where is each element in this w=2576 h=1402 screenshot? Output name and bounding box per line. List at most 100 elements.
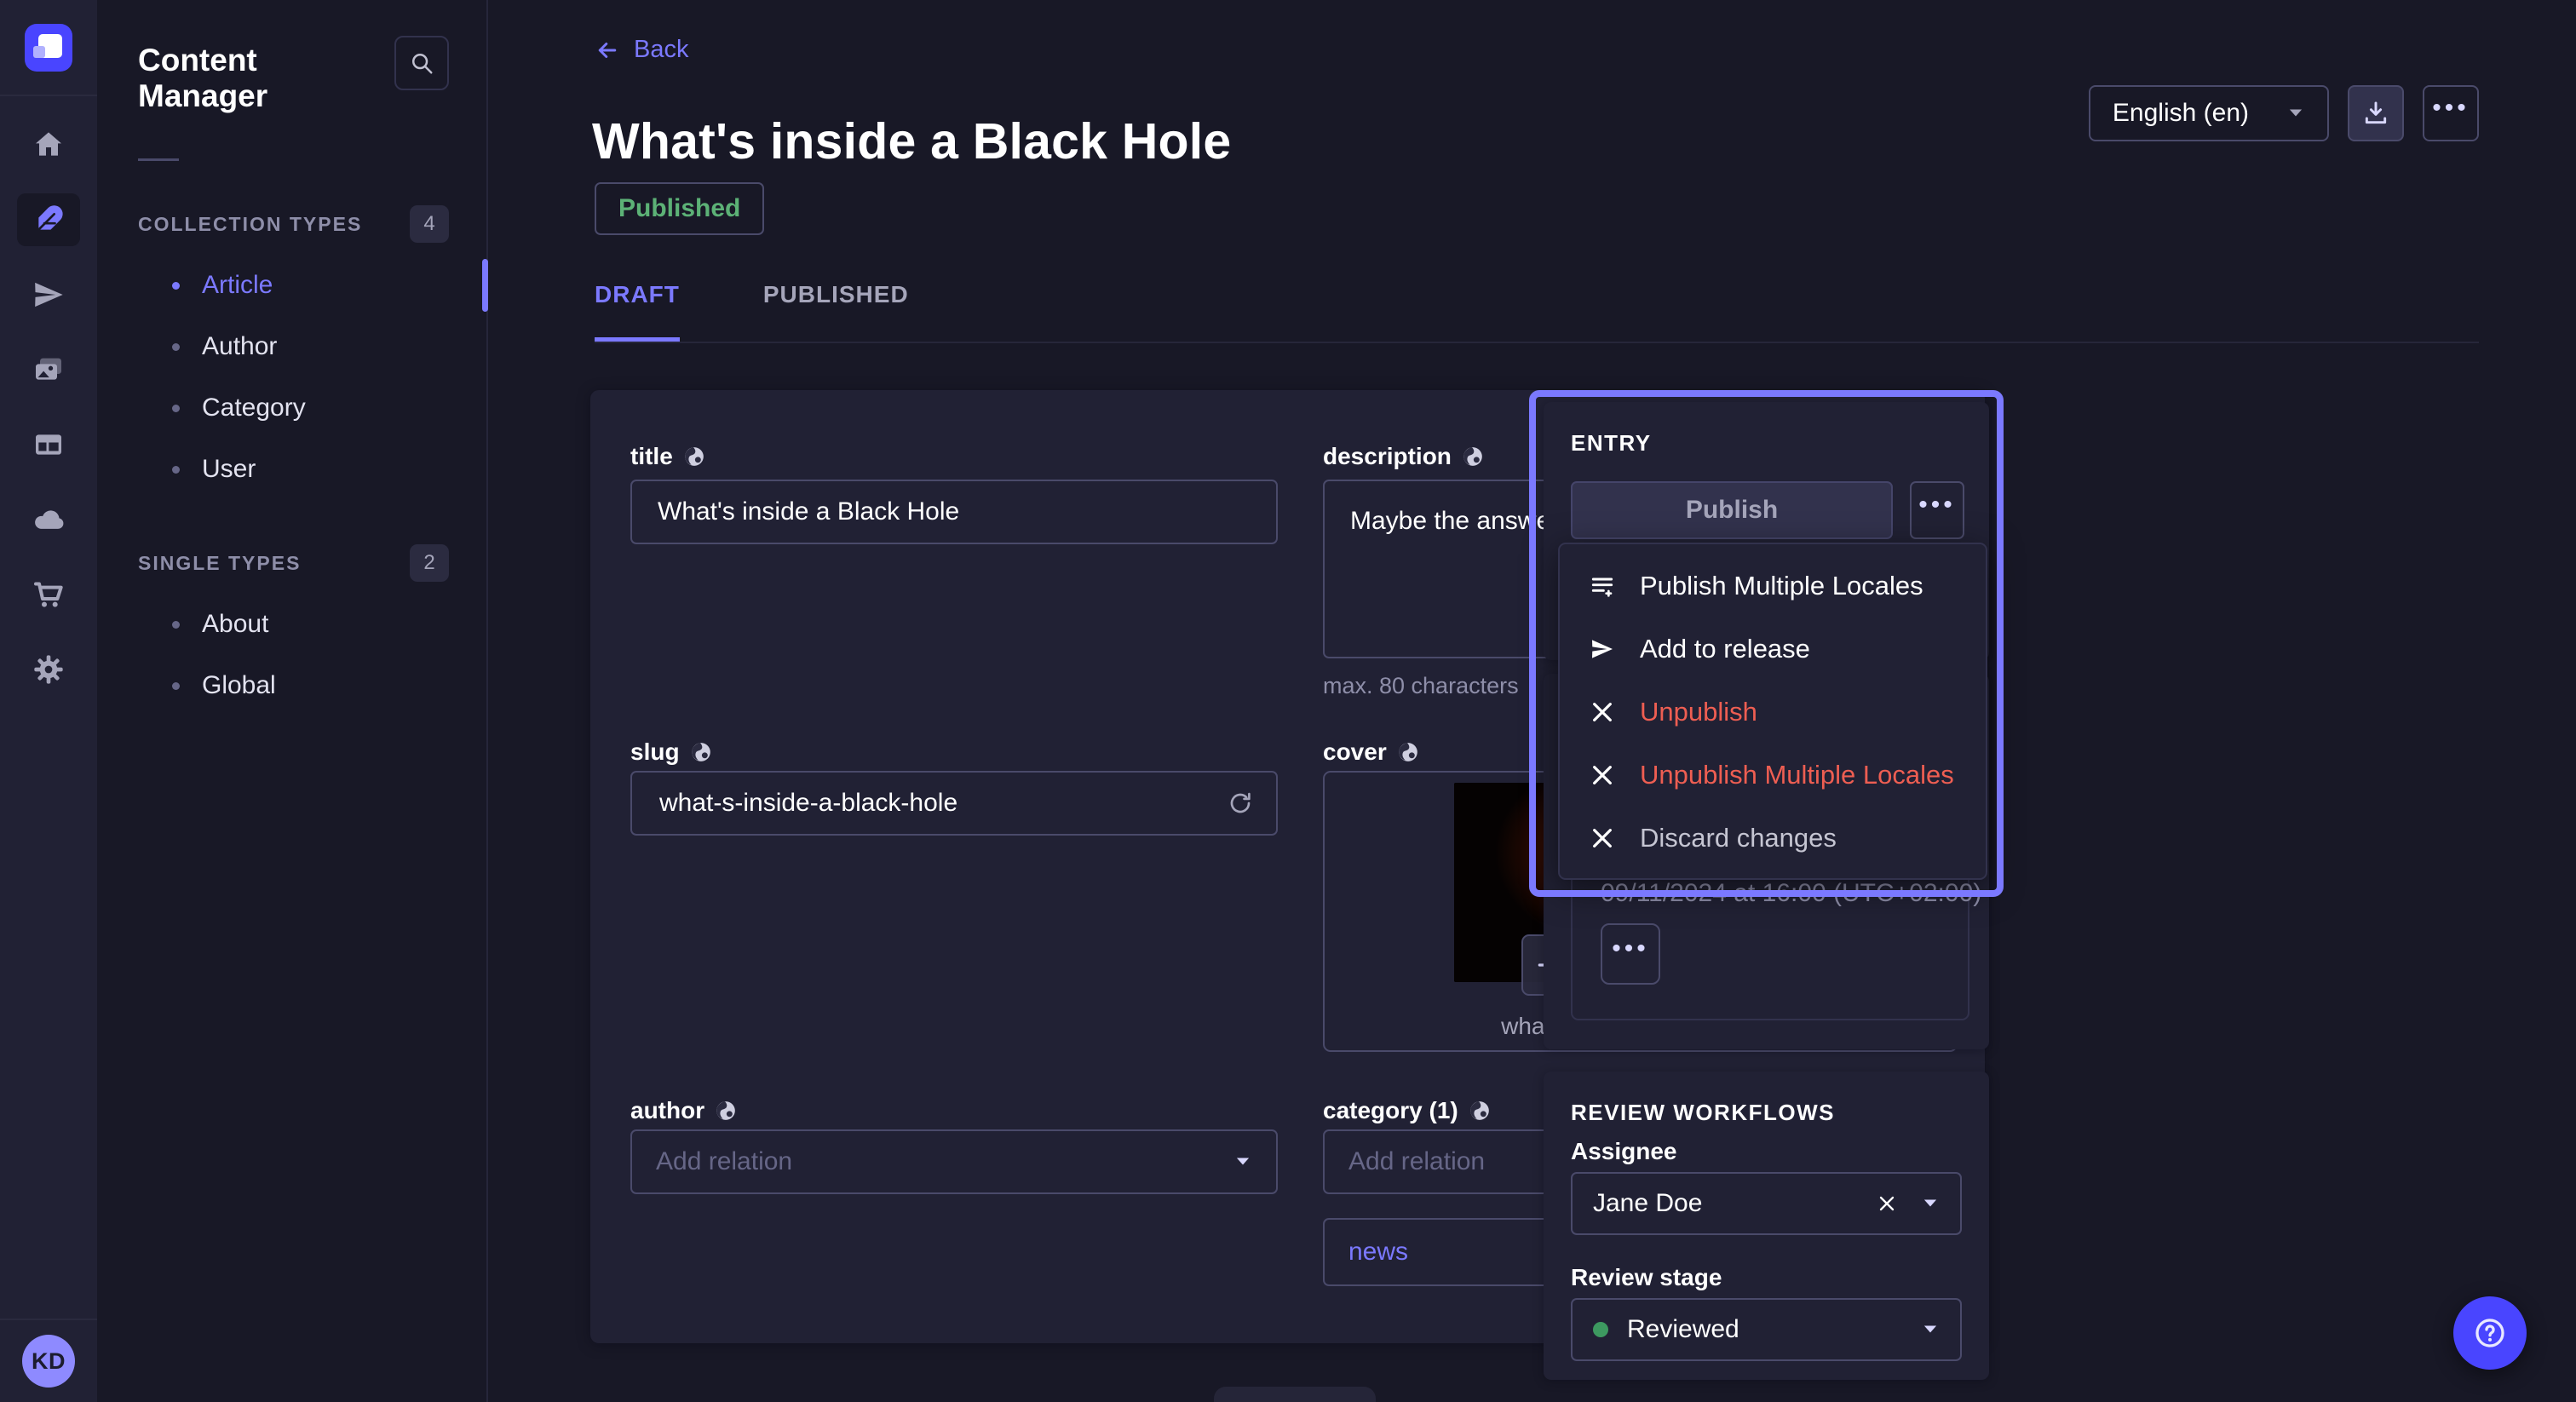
chevron-down-icon (1921, 1323, 1940, 1336)
globe-icon (690, 741, 712, 763)
sidebar-item-category[interactable]: Category (138, 377, 449, 439)
home-icon[interactable] (17, 118, 80, 171)
collection-types-list: Article Author Category User (138, 255, 449, 500)
menu-item-discard-changes[interactable]: Discard changes (1560, 807, 1986, 870)
menu-item-publish-multiple-locales[interactable]: Publish Multiple Locales (1560, 554, 1986, 618)
review-stage-select[interactable]: Reviewed (1571, 1298, 1962, 1361)
bullet-icon (172, 343, 180, 351)
search-icon[interactable] (394, 36, 449, 90)
sidebar-item-label: Article (202, 271, 273, 300)
strapi-admin: KD Content Manager COLLECTION TYPES 4 Ar… (0, 0, 2576, 1402)
marketplace-cart-icon[interactable] (17, 568, 80, 621)
single-types-list: About Global (138, 594, 449, 716)
chevron-down-icon (1233, 1155, 1252, 1169)
brand-area (0, 0, 97, 96)
sidebar-item-about[interactable]: About (138, 594, 449, 655)
publish-button[interactable]: Publish (1571, 481, 1893, 539)
media-library-icon[interactable] (17, 343, 80, 396)
relation-link-news[interactable]: news (1348, 1238, 1408, 1267)
cloud-icon[interactable] (17, 493, 80, 546)
sidebar-item-global[interactable]: Global (138, 655, 449, 716)
subnav-separator (138, 158, 179, 161)
author-relation-combobox[interactable]: Add relation (630, 1129, 1278, 1194)
description-field-label: description (1323, 443, 1484, 470)
sidebar-item-user[interactable]: User (138, 439, 449, 500)
entry-more-button[interactable]: ••• (1910, 481, 1964, 539)
releases-paper-plane-icon[interactable] (17, 268, 80, 321)
header-more-button[interactable]: ••• (2423, 85, 2479, 141)
clear-assignee-icon[interactable] (1875, 1192, 1899, 1215)
review-workflows-label: REVIEW WORKFLOWS (1571, 1100, 1835, 1126)
slug-input[interactable] (658, 788, 1227, 819)
back-link[interactable]: Back (595, 36, 688, 64)
review-workflows-panel: REVIEW WORKFLOWS Assignee Jane Doe Revie… (1544, 1072, 1989, 1380)
menu-item-unpublish-multiple-locales[interactable]: Unpublish Multiple Locales (1560, 744, 1986, 807)
author-placeholder: Add relation (656, 1147, 792, 1176)
category-field-label: category (1) (1323, 1097, 1491, 1124)
cross-icon (1589, 698, 1616, 726)
sidebar-item-label: Category (202, 394, 306, 422)
content-manager-feather-icon[interactable] (17, 193, 80, 246)
single-types-count-badge: 2 (410, 544, 449, 582)
menu-item-add-to-release[interactable]: Add to release (1560, 618, 1986, 681)
globe-icon (1469, 1100, 1491, 1122)
scheduled-more-button[interactable]: ••• (1601, 923, 1660, 985)
active-indicator (482, 259, 488, 312)
locale-select[interactable]: English (en) (2089, 85, 2329, 141)
menu-item-label: Discard changes (1640, 823, 1837, 853)
rail-nav (17, 118, 80, 696)
globe-icon (715, 1100, 737, 1122)
sidebar-item-label: Global (202, 671, 276, 700)
content-type-builder-icon[interactable] (17, 418, 80, 471)
sidebar-item-label: Author (202, 332, 277, 361)
review-stage-label: Review stage (1571, 1264, 1722, 1291)
scheduled-date-text: 09/11/2024 at 16:00 (UTC+02:00) (1601, 879, 1981, 908)
author-field-label: author (630, 1097, 737, 1124)
regenerate-icon[interactable] (1227, 790, 1254, 817)
chevron-down-icon (2286, 106, 2305, 120)
tab-published[interactable]: PUBLISHED (763, 281, 909, 343)
stage-status-dot (1593, 1322, 1608, 1337)
right-sidebar: ENTRY Publish ••• 09/11/2024 at 16:00 (U… (1529, 390, 2008, 1402)
bullet-icon (172, 466, 180, 474)
page-title: What's inside a Black Hole (592, 112, 1231, 170)
strapi-logo-icon (25, 24, 72, 72)
title-input[interactable] (630, 480, 1278, 544)
sidebar-item-label: About (202, 610, 268, 639)
single-types-label: SINGLE TYPES (138, 552, 301, 575)
entry-panel-label: ENTRY (1571, 430, 1652, 457)
bullet-icon (172, 405, 180, 412)
cross-icon (1589, 761, 1616, 789)
collection-types-count-badge: 4 (410, 205, 449, 243)
assignee-value: Jane Doe (1593, 1189, 1875, 1218)
sidebar-item-author[interactable]: Author (138, 316, 449, 377)
tabs-divider (595, 342, 2479, 343)
assignee-select[interactable]: Jane Doe (1571, 1172, 1962, 1235)
user-avatar[interactable]: KD (22, 1335, 75, 1388)
content-manager-subnav: Content Manager COLLECTION TYPES 4 Artic… (97, 0, 488, 1402)
assignee-label: Assignee (1571, 1138, 1677, 1165)
locale-value: English (en) (2113, 99, 2249, 128)
download-icon[interactable] (2348, 85, 2404, 141)
tab-draft[interactable]: DRAFT (595, 281, 680, 343)
cross-icon (1589, 825, 1616, 852)
slug-field (630, 771, 1278, 836)
menu-item-label: Publish Multiple Locales (1640, 571, 1923, 601)
ellipsis-icon: ••• (1918, 505, 1956, 515)
bullet-icon (172, 621, 180, 629)
settings-gear-icon[interactable] (17, 643, 80, 696)
bullet-icon (172, 682, 180, 690)
version-tabs: DRAFT PUBLISHED (595, 281, 909, 343)
bullet-icon (172, 282, 180, 290)
review-stage-value: Reviewed (1627, 1315, 1921, 1344)
single-types-section-header: SINGLE TYPES 2 (138, 544, 449, 582)
description-helper: max. 80 characters (1323, 673, 1519, 699)
menu-item-unpublish[interactable]: Unpublish (1560, 681, 1986, 744)
sidebar-item-article[interactable]: Article (138, 255, 449, 316)
sidebar-item-label: User (202, 455, 256, 484)
globe-icon (1397, 741, 1419, 763)
title-field-label: title (630, 443, 705, 470)
globe-icon (683, 445, 705, 468)
help-button[interactable] (2453, 1296, 2527, 1370)
cover-field-label: cover (1323, 738, 1419, 766)
